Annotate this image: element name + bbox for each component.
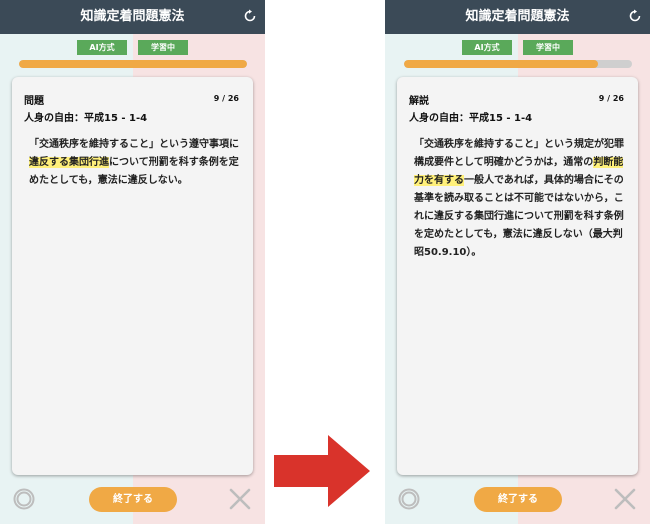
question-subtitle: 人身の自由：平成15 - 1-4 (24, 113, 148, 124)
card-title: 問題 (24, 96, 44, 107)
circle-icon[interactable] (398, 488, 420, 510)
circle-icon[interactable] (13, 488, 35, 510)
app-title: 知識定着問題憲法 (80, 9, 185, 24)
question-counter: 9 / 26 (213, 94, 239, 103)
app-title: 知識定着問題憲法 (465, 9, 570, 24)
progress-fill (19, 60, 247, 68)
arrow-right-icon (274, 435, 370, 507)
question-subtitle: 人身の自由：平成15 - 1-4 (409, 113, 533, 124)
card-title: 解説 (409, 96, 429, 107)
text-segment: 一般人であれば，具体的場合にその基準を読み取ることは不可能ではないから，これに違… (414, 175, 624, 258)
question-screen: 知識定着問題憲法 AI方式 学習中 問題 9 / 26 人身の自由：平成15 -… (0, 0, 265, 524)
end-button[interactable]: 終了する (89, 487, 177, 512)
explanation-text: 「交通秩序を維持すること」という規定が犯罪構成要件として明確かどうかは，通常の判… (414, 136, 627, 262)
app-header: 知識定着問題憲法 (385, 0, 650, 34)
app-header: 知識定着問題憲法 (0, 0, 265, 34)
status-badge: 学習中 (523, 40, 573, 55)
mode-badge: AI方式 (462, 40, 512, 55)
text-segment: 「交通秩序を維持すること」という遵守事項に (29, 139, 239, 150)
explanation-card: 解説 9 / 26 人身の自由：平成15 - 1-4 「交通秩序を維持すること」… (397, 77, 638, 475)
mode-badge: AI方式 (77, 40, 127, 55)
cross-icon[interactable] (229, 488, 251, 510)
question-text: 「交通秩序を維持すること」という遵守事項に違反する集団行進について刑罰を科す条例… (29, 136, 242, 190)
answer-screen: 知識定着問題憲法 AI方式 学習中 解説 9 / 26 人身の自由：平成15 -… (385, 0, 650, 524)
highlighted-text: 違反する集団行進 (29, 157, 109, 168)
cross-icon[interactable] (614, 488, 636, 510)
progress-fill (404, 60, 598, 68)
question-counter: 9 / 26 (598, 94, 624, 103)
end-button[interactable]: 終了する (474, 487, 562, 512)
reload-icon[interactable] (628, 9, 642, 23)
progress-bar (404, 60, 632, 68)
reload-icon[interactable] (243, 9, 257, 23)
question-card: 問題 9 / 26 人身の自由：平成15 - 1-4 「交通秩序を維持すること」… (12, 77, 253, 475)
status-badge: 学習中 (138, 40, 188, 55)
progress-bar (19, 60, 247, 68)
